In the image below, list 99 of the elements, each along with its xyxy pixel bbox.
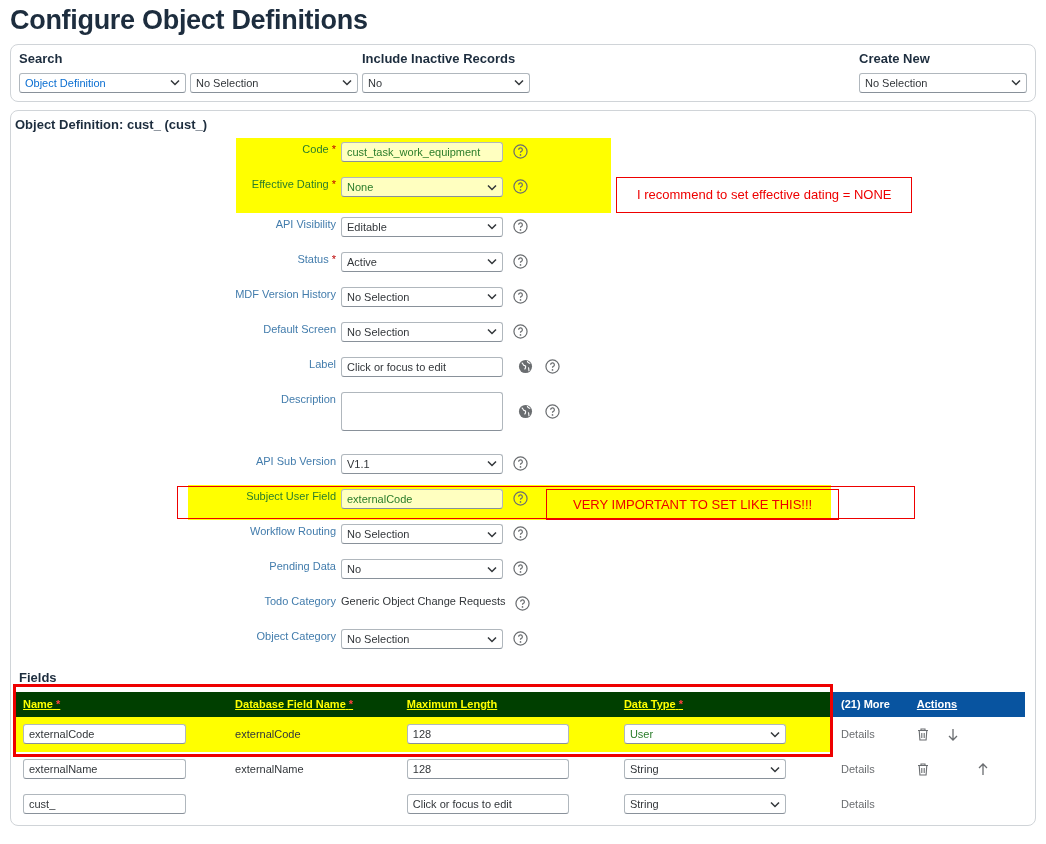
field-label: MDF Version History	[234, 286, 337, 302]
caret-icon	[342, 79, 352, 87]
column-header[interactable]: Name *	[23, 698, 61, 711]
page-title: Configure Object Definitions	[10, 4, 369, 37]
required-mark: *	[348, 698, 354, 711]
dropdown[interactable]: No Selection	[341, 524, 503, 545]
field-label: Todo Category	[263, 594, 337, 610]
field-label: Default Screen	[262, 321, 337, 337]
column-header[interactable]: Actions	[916, 698, 958, 711]
dropdown[interactable]: Object Definition	[19, 72, 186, 93]
help-icon[interactable]	[513, 561, 528, 577]
required-mark: *	[331, 143, 336, 156]
dropdown[interactable]: No Selection	[341, 286, 503, 307]
table-cell: externalName	[235, 763, 304, 776]
dropdown[interactable]: No	[362, 72, 530, 93]
dropdown[interactable]: No Selection	[859, 72, 1027, 93]
required-mark: *	[331, 252, 336, 265]
required-mark: *	[678, 698, 684, 711]
globe-icon[interactable]	[518, 358, 533, 374]
input-field[interactable]: cust_	[23, 794, 186, 815]
section-title: Object Definition: cust_ (cust_)	[14, 115, 209, 134]
dropdown[interactable]: Active	[341, 251, 503, 272]
caret-icon	[487, 530, 497, 538]
caret-icon	[170, 79, 180, 87]
help-icon[interactable]	[513, 323, 528, 339]
input-field[interactable]: Click or focus to edit	[406, 794, 569, 815]
field-value: Generic Object Change Requests	[341, 594, 506, 610]
caret-icon	[487, 328, 497, 336]
caret-icon	[487, 258, 497, 266]
dropdown[interactable]: String	[623, 759, 786, 780]
caret-icon	[769, 765, 780, 773]
caret-icon	[487, 565, 497, 573]
dropdown[interactable]: No Selection	[190, 72, 358, 93]
field-label: Status *	[296, 251, 337, 267]
input-field[interactable]: cust_task_work_equipment	[341, 142, 503, 163]
help-icon[interactable]	[513, 144, 528, 160]
caret-icon	[514, 79, 524, 87]
caret-icon	[487, 635, 497, 643]
details-link[interactable]: Details	[841, 763, 875, 776]
trash-icon[interactable]	[916, 727, 929, 741]
group-heading: Search	[19, 50, 64, 69]
input-field[interactable]: Click or focus to edit	[341, 356, 503, 377]
field-label: Workflow Routing	[249, 524, 337, 540]
required-mark: *	[56, 698, 61, 711]
help-icon[interactable]	[513, 218, 528, 234]
dropdown[interactable]: Editable	[341, 216, 503, 237]
group-heading: Include Inactive Records	[362, 50, 517, 69]
help-icon[interactable]	[513, 631, 528, 647]
help-icon[interactable]	[513, 253, 528, 269]
details-link[interactable]: Details	[841, 798, 875, 811]
dropdown[interactable]: None	[341, 177, 503, 198]
annotation-note: I recommend to set effective dating = NONE	[616, 177, 913, 213]
required-mark: *	[331, 178, 336, 191]
input-field[interactable]: externalName	[23, 759, 186, 780]
input-field[interactable]: externalCode	[23, 724, 186, 745]
dropdown[interactable]: User	[623, 724, 786, 745]
details-link[interactable]: Details	[841, 728, 875, 741]
caret-icon	[487, 293, 497, 301]
input-field[interactable]: 128	[406, 759, 569, 780]
group-heading: Create New	[859, 50, 931, 69]
field-label: Effective Dating *	[250, 177, 337, 193]
dropdown[interactable]: V1.1	[341, 453, 503, 474]
field-label: API Sub Version	[254, 453, 337, 469]
help-icon[interactable]	[515, 596, 531, 612]
column-header[interactable]: Data Type *	[623, 698, 684, 711]
help-icon[interactable]	[513, 526, 528, 542]
section-title: Fields	[18, 669, 58, 688]
help-icon[interactable]	[513, 455, 528, 471]
field-label: Description	[279, 391, 337, 407]
field-label: Label	[308, 356, 337, 372]
caret-icon	[487, 223, 497, 231]
help-icon[interactable]	[545, 403, 560, 419]
arrow-up-icon[interactable]	[976, 762, 989, 776]
input-field[interactable]: externalCode	[341, 488, 503, 509]
field-label: Subject User Field	[245, 488, 337, 504]
help-icon[interactable]	[513, 179, 528, 195]
field-label: Pending Data	[268, 559, 337, 575]
dropdown[interactable]: No Selection	[341, 321, 503, 342]
caret-icon	[487, 183, 497, 191]
field-label: Object Category	[255, 629, 337, 645]
field-label: Code *	[301, 142, 337, 158]
field-label: API Visibility	[274, 216, 337, 232]
input-field[interactable]: 128	[406, 724, 569, 745]
help-icon[interactable]	[545, 358, 560, 374]
annotation-note: VERY IMPORTANT TO SET LIKE THIS!!!	[546, 488, 840, 521]
text-area[interactable]	[341, 391, 503, 431]
dropdown[interactable]: String	[623, 794, 786, 815]
trash-icon[interactable]	[916, 762, 929, 776]
caret-icon	[769, 800, 780, 808]
table-cell: externalCode	[235, 728, 301, 741]
caret-icon	[487, 460, 497, 468]
globe-icon[interactable]	[518, 403, 533, 419]
help-icon[interactable]	[513, 288, 528, 304]
dropdown[interactable]: No Selection	[341, 629, 503, 650]
arrow-down-icon[interactable]	[946, 727, 959, 741]
caret-icon	[769, 730, 780, 738]
dropdown[interactable]: No	[341, 559, 503, 580]
help-icon[interactable]	[513, 490, 528, 506]
caret-icon	[1011, 79, 1021, 87]
